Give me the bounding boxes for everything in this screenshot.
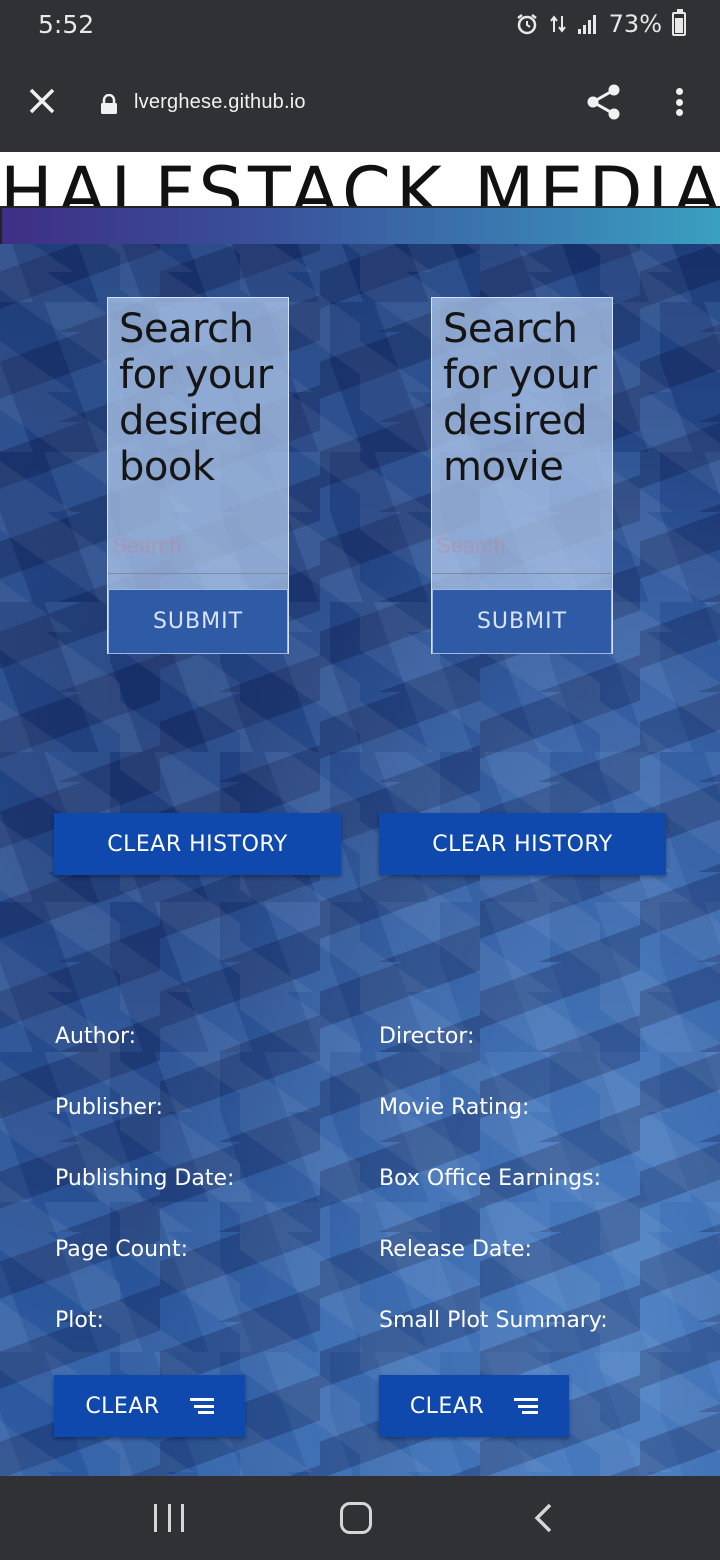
battery-icon — [672, 9, 686, 36]
book-search-card: Search for your desired book SUBMIT — [107, 297, 289, 654]
battery-fill — [675, 18, 683, 33]
recent-apps-icon[interactable] — [154, 1504, 184, 1532]
url-text[interactable]: lverghese.github.io — [134, 91, 306, 114]
back-icon[interactable] — [530, 1502, 560, 1534]
share-icon[interactable] — [584, 82, 624, 122]
data-transfer-icon — [549, 15, 566, 33]
site-header: HALFSTACK MEDIA — [0, 152, 720, 206]
signal-icon — [577, 15, 596, 34]
system-nav-bar — [0, 1476, 720, 1560]
movie-search-input[interactable] — [432, 518, 612, 574]
book-author-label: Author: — [55, 1024, 137, 1049]
more-icon[interactable] — [664, 84, 694, 120]
book-search-input[interactable] — [108, 518, 288, 574]
movie-clear-button[interactable]: CLEAR — [379, 1375, 569, 1437]
lock-icon — [101, 94, 117, 114]
book-clear-label: CLEAR — [85, 1393, 160, 1419]
home-icon[interactable] — [340, 1502, 372, 1534]
movie-clear-history-button[interactable]: CLEAR HISTORY — [379, 813, 666, 875]
book-page-count-label: Page Count: — [55, 1237, 188, 1262]
clear-all-icon — [189, 1398, 214, 1414]
book-clear-button[interactable]: CLEAR — [54, 1375, 245, 1437]
movie-plot-summary-label: Small Plot Summary: — [379, 1308, 608, 1333]
movie-director-label: Director: — [379, 1024, 475, 1049]
book-publisher-label: Publisher: — [55, 1095, 164, 1120]
book-publishing-date-label: Publishing Date: — [55, 1166, 235, 1191]
clear-all-icon — [514, 1398, 539, 1414]
movie-clear-label: CLEAR — [409, 1393, 485, 1419]
status-bar: 5:52 73% — [0, 0, 720, 52]
book-submit-button[interactable]: SUBMIT — [108, 589, 288, 654]
close-icon[interactable] — [26, 85, 58, 117]
book-plot-label: Plot: — [55, 1308, 104, 1333]
status-time: 5:52 — [38, 10, 95, 39]
book-clear-history-button[interactable]: CLEAR HISTORY — [54, 813, 341, 875]
movie-submit-button[interactable]: SUBMIT — [432, 589, 612, 654]
site-title: HALFSTACK MEDIA — [0, 152, 720, 206]
header-gradient-bar — [0, 206, 720, 244]
status-icons: 73% — [515, 9, 686, 38]
movie-release-date-label: Release Date: — [379, 1237, 532, 1262]
battery-percent: 73% — [608, 10, 662, 38]
movie-search-title: Search for your desired movie — [443, 306, 597, 490]
browser-toolbar: lverghese.github.io — [0, 52, 720, 152]
book-search-title: Search for your desired book — [119, 306, 273, 490]
movie-box-office-label: Box Office Earnings: — [379, 1166, 601, 1191]
page-content: HALFSTACK MEDIA Search for your desired … — [0, 152, 720, 1476]
movie-search-card: Search for your desired movie SUBMIT — [431, 297, 613, 654]
movie-rating-label: Movie Rating: — [379, 1095, 530, 1120]
alarm-icon — [516, 14, 537, 35]
